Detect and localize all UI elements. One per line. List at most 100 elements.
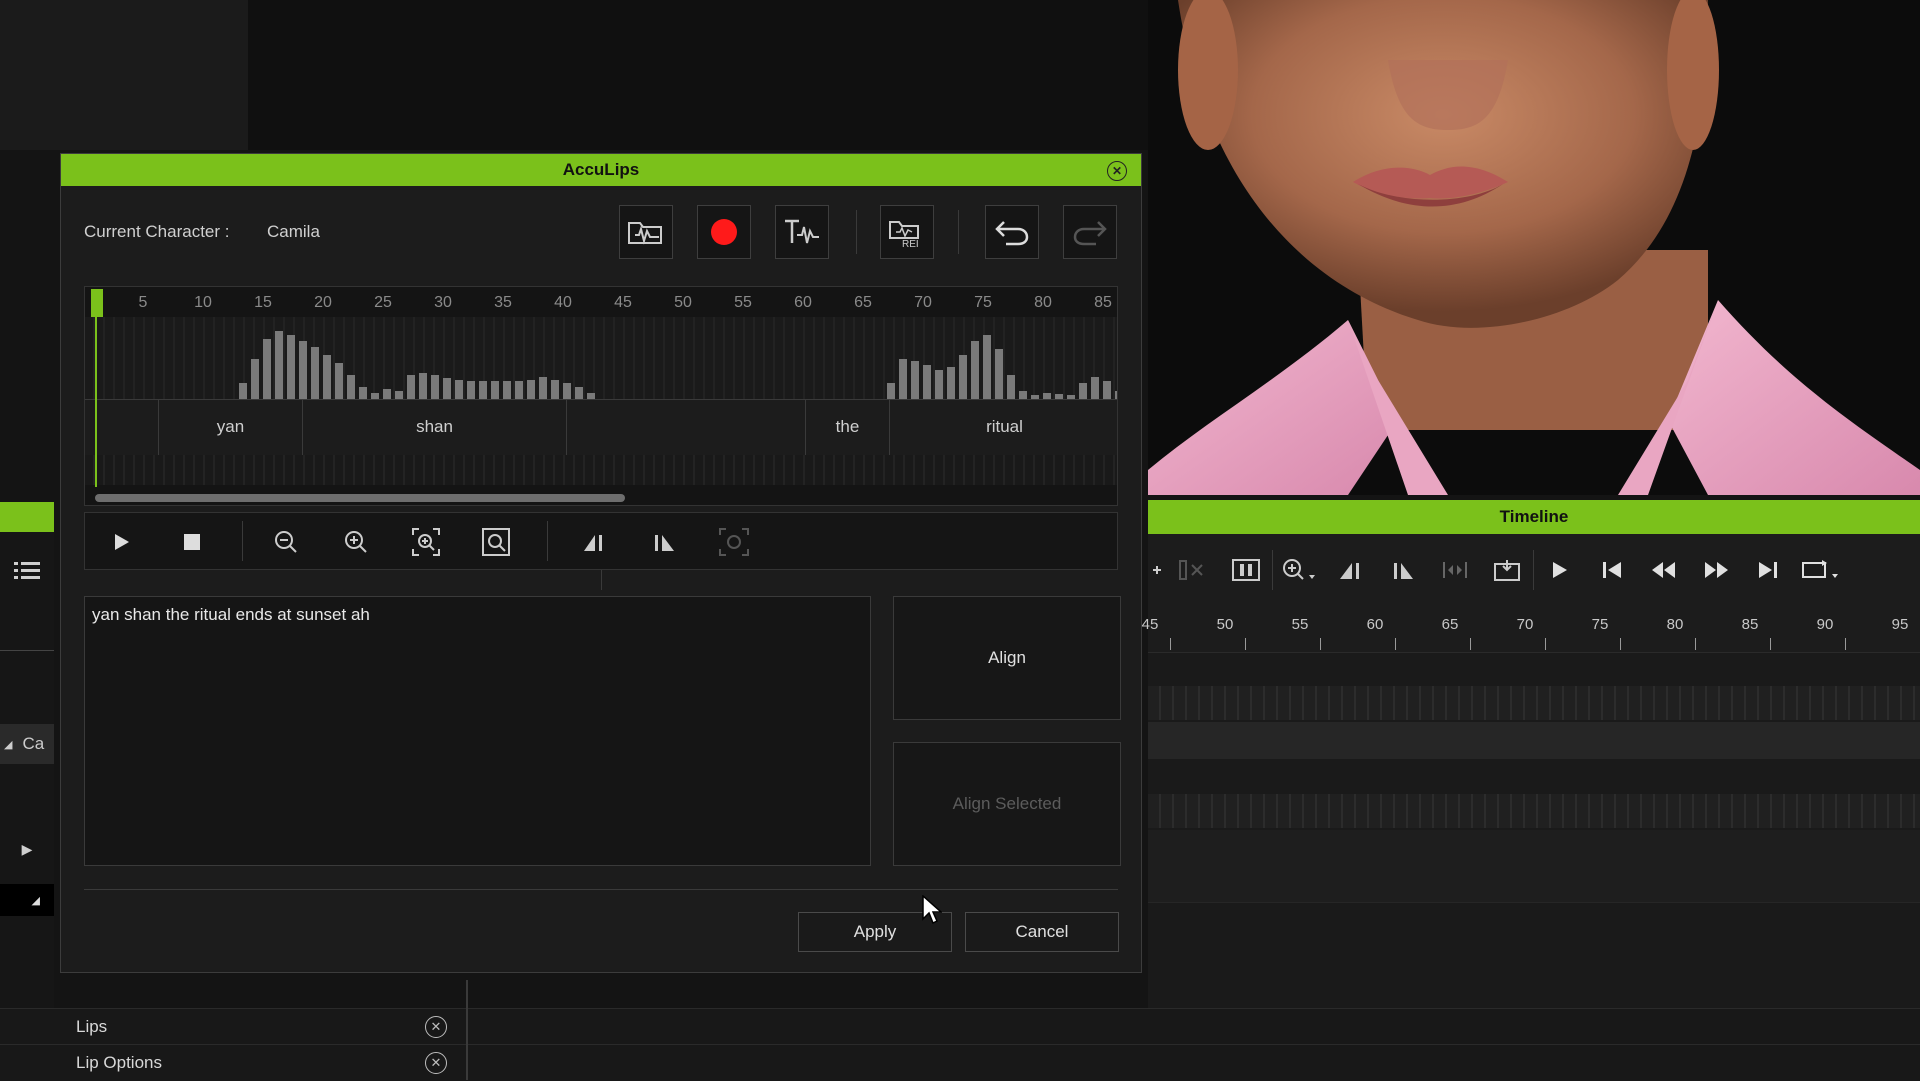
cancel-button[interactable]: Cancel — [965, 912, 1119, 952]
open-audio-button[interactable] — [619, 205, 673, 259]
bottom-row-lips[interactable]: Lips ✕ — [0, 1008, 1920, 1045]
close-icon[interactable]: ✕ — [1107, 161, 1127, 181]
remove-icon[interactable]: ✕ — [425, 1052, 447, 1074]
word-segment[interactable]: the — [805, 399, 889, 455]
stop-icon[interactable] — [169, 519, 215, 565]
next-frame-icon[interactable] — [1690, 534, 1742, 606]
waveform-bar — [551, 380, 559, 399]
waveform-bar — [251, 359, 259, 399]
remove-icon[interactable]: ✕ — [425, 1016, 447, 1038]
open-audio-icon — [628, 222, 662, 245]
timeline-track[interactable] — [1148, 794, 1920, 828]
open-script-button[interactable]: REI — [880, 205, 934, 259]
viewport-background — [248, 0, 1148, 150]
playhead-handle[interactable] — [91, 289, 103, 317]
timeline-track-row[interactable] — [1148, 722, 1920, 759]
previous-key-icon[interactable] — [1325, 534, 1377, 606]
fit-range-icon[interactable] — [1429, 534, 1481, 606]
waveform-bar — [467, 381, 475, 399]
character-viewport[interactable] — [1148, 0, 1920, 495]
next-word-icon[interactable] — [641, 519, 687, 565]
previous-word-icon[interactable] — [571, 519, 617, 565]
open-script-icon: REI — [889, 221, 919, 248]
bottom-row-lip-options[interactable]: Lip Options ✕ — [0, 1044, 1920, 1081]
dialog-title-bar[interactable]: AccuLips ✕ — [61, 154, 1141, 186]
loop-dropdown-icon[interactable] — [1794, 534, 1846, 606]
waveform-bar — [539, 377, 547, 399]
zoom-in-dropdown-icon[interactable] — [1273, 534, 1325, 606]
ruler-tick-label: 75 — [974, 294, 992, 311]
loop-selection-icon[interactable] — [711, 519, 757, 565]
collapse-triangle-icon: ◢ — [4, 738, 13, 751]
word-segment[interactable] — [566, 399, 805, 455]
word-segment[interactable]: ritual — [889, 399, 1117, 455]
waveform-bar — [1115, 391, 1117, 399]
audio-waveform — [85, 317, 1117, 399]
split-view-icon[interactable] — [1220, 534, 1272, 606]
timeline-track-row[interactable] — [1148, 866, 1920, 903]
timeline-tick-label: 70 — [1516, 616, 1534, 633]
waveform-bar — [419, 373, 427, 399]
divider — [0, 650, 54, 651]
text-to-speech-icon — [785, 219, 819, 244]
left-panel-header — [0, 502, 54, 532]
align-selected-button-label: Align Selected — [952, 794, 1062, 813]
collapse-corner-button[interactable]: ◢ — [0, 884, 54, 916]
waveform-bar — [275, 331, 283, 399]
align-button-label: Align — [988, 648, 1026, 667]
play-icon[interactable] — [1534, 534, 1586, 606]
timeline-tick-mark — [1170, 638, 1171, 650]
partial-tool-icon[interactable] — [1148, 534, 1168, 606]
word-segment[interactable]: yan — [158, 399, 302, 455]
waveform-bar — [359, 387, 367, 399]
export-icon[interactable] — [1481, 534, 1533, 606]
skip-to-start-icon[interactable] — [1586, 534, 1638, 606]
expand-right-icon[interactable]: ▶ — [0, 834, 54, 864]
undo-button[interactable] — [985, 205, 1039, 259]
timeline-tick-label: 60 — [1366, 616, 1384, 633]
timeline-tick-mark — [1770, 638, 1771, 650]
timeline-ruler[interactable]: 45 50 55 60 65 70 75 80 85 90 95 — [1142, 606, 1920, 653]
script-textarea[interactable]: yan shan the ritual ends at sunset ah — [84, 596, 871, 866]
zoom-fit-icon[interactable] — [473, 519, 519, 565]
ruler-tick-label: 25 — [374, 294, 392, 311]
word-label: ritual — [986, 417, 1023, 436]
character-face-image — [1148, 0, 1920, 495]
waveform-bar — [347, 375, 355, 399]
zoom-selection-icon[interactable] — [403, 519, 449, 565]
next-key-icon[interactable] — [1377, 534, 1429, 606]
waveform-panel[interactable]: 5 10 15 20 25 30 35 40 45 50 55 60 65 70 75 80 85 yan sh… — [84, 286, 1118, 506]
current-character-value: Camila — [267, 222, 320, 241]
waveform-bar — [1019, 391, 1027, 399]
skip-to-end-icon[interactable] — [1742, 534, 1794, 606]
waveform-bar — [503, 381, 511, 399]
collapsed-item[interactable]: ◢ Ca — [0, 724, 54, 764]
waveform-bar — [971, 341, 979, 399]
splitter[interactable] — [601, 570, 602, 590]
delete-key-icon[interactable] — [1168, 534, 1220, 606]
previous-frame-icon[interactable] — [1638, 534, 1690, 606]
ruler-tick-label: 50 — [674, 294, 692, 311]
waveform-bar — [491, 381, 499, 399]
zoom-in-icon[interactable] — [333, 519, 379, 565]
ruler-tick-label: 70 — [914, 294, 932, 311]
zoom-out-icon[interactable] — [263, 519, 309, 565]
redo-button[interactable] — [1063, 205, 1117, 259]
waveform-bar — [1091, 377, 1099, 399]
text-to-speech-button[interactable] — [775, 205, 829, 259]
align-selected-button[interactable]: Align Selected — [893, 742, 1121, 866]
horizontal-scrollbar[interactable] — [95, 494, 625, 502]
record-button[interactable] — [697, 205, 751, 259]
timeline-tick-label: 65 — [1441, 616, 1459, 633]
timeline-track-row[interactable] — [1148, 830, 1920, 867]
ruler-tick-label: 45 — [614, 294, 632, 311]
play-icon[interactable] — [99, 519, 145, 565]
word-segment[interactable]: shan — [302, 399, 566, 455]
ruler-tick-label: 10 — [194, 294, 212, 311]
ruler-tick-label: 80 — [1034, 294, 1052, 311]
waveform-bar — [527, 380, 535, 399]
align-button[interactable]: Align — [893, 596, 1121, 720]
timeline-track[interactable] — [1148, 686, 1920, 720]
toolbar-divider — [1272, 550, 1273, 590]
list-icon[interactable] — [0, 556, 54, 586]
